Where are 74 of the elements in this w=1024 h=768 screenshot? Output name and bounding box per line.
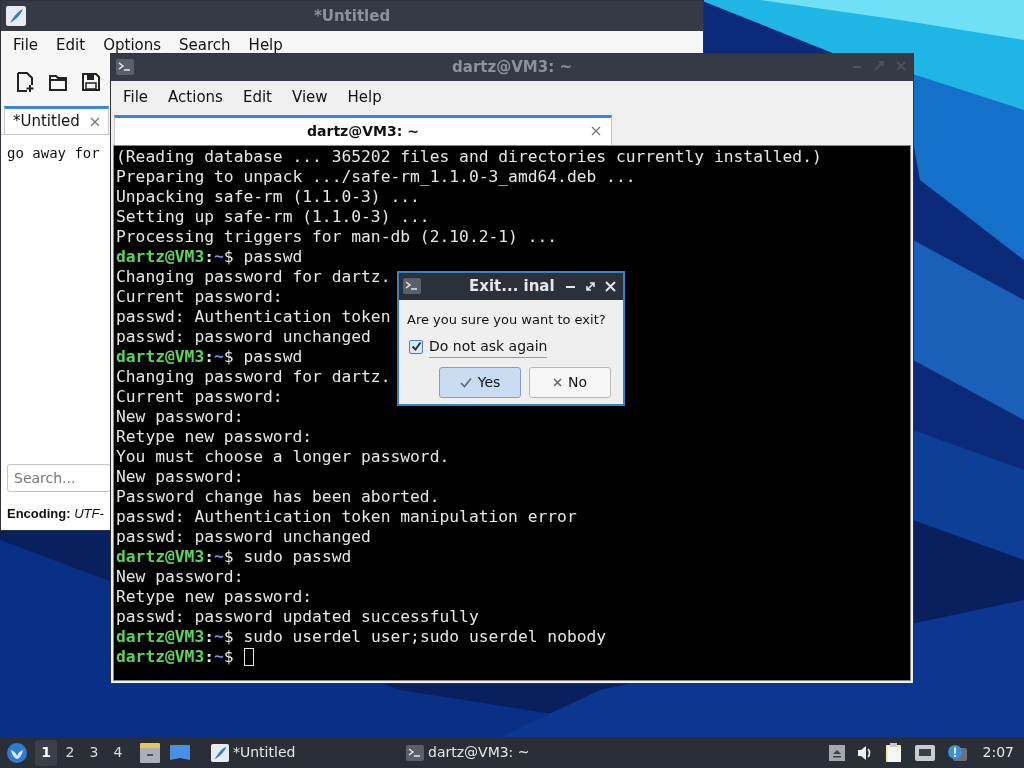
terminal-line: Setting up safe-rm (1.1.0-3) ...	[116, 207, 430, 227]
taskbar-button[interactable]: dartz@VM3: ~	[406, 738, 606, 767]
clock[interactable]: 2:07	[982, 742, 1014, 763]
menu-item[interactable]: Help	[337, 85, 392, 109]
dialog-button[interactable]: Yes	[439, 366, 521, 398]
menu-item[interactable]: File	[113, 85, 159, 109]
feather-icon	[6, 6, 26, 26]
terminal-icon	[116, 59, 134, 75]
start-menu-icon[interactable]	[6, 741, 28, 764]
terminal-line: Preparing to unpack .../safe-rm_1.1.0-3_amd64.deb ...	[116, 167, 636, 187]
menu-item[interactable]: Options	[94, 33, 171, 57]
terminal-line: dartz@VM3:~$	[116, 647, 234, 667]
file-cabinet-icon[interactable]	[139, 742, 161, 763]
volume-icon[interactable]	[856, 744, 873, 761]
terminal-line: dartz@VM3:~$ sudo passwd	[116, 547, 352, 567]
terminal-line: passwd: Authentication token manipulation error	[116, 507, 577, 527]
terminal-line: (Reading database ... 365202 files and directories currently installed.)	[116, 147, 822, 167]
terminal-line: passwd: password unchanged	[116, 527, 371, 547]
workspace-button[interactable]: 4	[107, 739, 129, 766]
tab[interactable]: dartz@VM3: ~	[114, 115, 612, 145]
terminal-line: Retype new password:	[116, 427, 313, 447]
checkbox-label[interactable]: Do not ask again	[429, 335, 548, 358]
terminal-line: dartz@VM3:~$ sudo userdel user;sudo userdel nobody	[116, 627, 607, 647]
dialog-message: Are you sure you want to exit?	[407, 311, 606, 329]
menu-item[interactable]: Edit	[47, 33, 95, 57]
menu-item[interactable]: Search	[170, 33, 240, 57]
folder-icon[interactable]	[48, 72, 68, 92]
terminal-line: Current password:	[116, 287, 283, 307]
terminal-icon	[406, 744, 424, 761]
feather-icon	[211, 743, 229, 762]
terminal-line: Password change has been aborted.	[116, 487, 440, 507]
close-icon	[552, 377, 562, 387]
terminal-line: Current password:	[116, 387, 283, 407]
menu-item[interactable]: File	[4, 33, 48, 57]
terminal-line: dartz@VM3:~$ passwd	[116, 347, 303, 367]
terminal-line: New password:	[116, 407, 244, 427]
dialog-button[interactable]: No	[529, 366, 611, 398]
encoding-label: Encoding: UTF-	[7, 505, 104, 524]
save-icon[interactable]	[81, 72, 101, 92]
terminal-line: You must choose a longer password.	[116, 447, 450, 467]
terminal-line: Changing password for dartz.	[116, 367, 391, 387]
terminal-line: Retype new password:	[116, 587, 313, 607]
check-icon	[459, 376, 472, 388]
eject-icon[interactable]	[828, 744, 845, 761]
checkbox[interactable]	[409, 339, 423, 354]
clipboard-icon[interactable]	[884, 742, 903, 763]
menu-item[interactable]: Edit	[232, 85, 282, 109]
new-file-icon[interactable]	[15, 71, 35, 93]
search-field[interactable]: Search...	[7, 464, 111, 492]
terminal-line: New password:	[116, 567, 244, 587]
terminal-icon	[403, 278, 421, 294]
workspace-button[interactable]: 2	[59, 739, 81, 766]
workspace-button[interactable]: 1	[35, 739, 57, 766]
workspace-button[interactable]: 3	[83, 739, 105, 766]
terminal-line: passwd: password updated successfully	[116, 607, 479, 627]
terminal-line: Changing password for dartz.	[116, 267, 391, 287]
terminal-line: passwd: Authentication token	[116, 307, 391, 327]
window-title: Exit... inal	[469, 276, 555, 298]
notification-icon[interactable]	[946, 743, 967, 762]
terminal-line: passwd: password unchanged	[116, 327, 371, 347]
menu-item[interactable]: Actions	[158, 85, 233, 109]
network-icon[interactable]	[914, 744, 935, 761]
menu-item[interactable]: View	[281, 85, 338, 109]
terminal-line: Processing triggers for man-db (2.10.2-1) ...	[116, 227, 558, 247]
menu-item[interactable]: Help	[239, 33, 292, 57]
terminal-line: New password:	[116, 467, 244, 487]
window-title: dartz@VM3: ~	[452, 57, 572, 79]
tab[interactable]: *Untitled	[4, 106, 109, 134]
text-content: go away for	[7, 144, 100, 163]
window-title: *Untitled	[313, 5, 391, 27]
desktop-icon[interactable]	[169, 743, 191, 762]
terminal-line: dartz@VM3:~$ passwd	[116, 247, 303, 267]
terminal-line: Unpacking safe-rm (1.1.0-3) ...	[116, 187, 420, 207]
taskbar-button[interactable]: *Untitled	[211, 738, 406, 767]
